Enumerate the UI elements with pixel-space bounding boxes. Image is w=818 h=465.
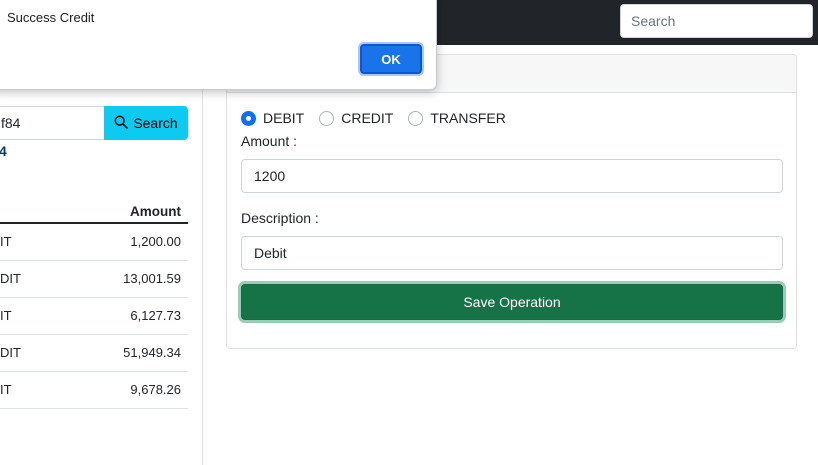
- operation-type-cell: IT: [0, 223, 64, 261]
- account-search-input[interactable]: f84: [0, 106, 105, 140]
- operation-amount-cell: 13,001.59: [63, 260, 188, 298]
- operation-amount-cell: 51,949.34: [63, 334, 188, 372]
- alert-dialog: Success Credit OK: [0, 0, 437, 90]
- radio-transfer[interactable]: TRANSFER: [408, 110, 506, 126]
- operations-table: Amount IT 1,200.00 DIT 13,001.59 IT 6,12…: [0, 200, 188, 409]
- radio-checked-icon[interactable]: [241, 110, 256, 126]
- radio-debit[interactable]: DEBIT: [241, 110, 304, 126]
- description-input[interactable]: Debit: [241, 236, 783, 270]
- search-button-label: Search: [133, 115, 178, 131]
- search-icon: [114, 115, 129, 132]
- operation-amount-cell: 9,678.26: [63, 371, 188, 409]
- table-header-row: Amount: [0, 200, 188, 224]
- dialog-message: Success Credit: [7, 10, 95, 25]
- save-operation-button[interactable]: Save Operation: [241, 284, 783, 320]
- operation-type-radio-group: DEBIT CREDIT TRANSFER: [241, 110, 521, 126]
- table-row: IT 1,200.00: [0, 223, 188, 261]
- radio-credit[interactable]: CREDIT: [319, 110, 393, 126]
- operation-type-cell: IT: [0, 371, 64, 409]
- operation-type-cell: DIT: [0, 334, 64, 372]
- amount-input[interactable]: 1200: [241, 159, 783, 193]
- radio-unchecked-icon[interactable]: [319, 110, 335, 126]
- radio-credit-label: CREDIT: [341, 110, 394, 126]
- type-column-header: [0, 200, 64, 224]
- table-row: IT 9,678.26: [0, 371, 188, 409]
- radio-debit-label: DEBIT: [263, 110, 305, 126]
- operation-type-cell: DIT: [0, 260, 64, 298]
- search-button[interactable]: Search: [104, 106, 188, 140]
- radio-transfer-label: TRANSFER: [430, 110, 506, 126]
- navbar-search-input[interactable]: [620, 4, 813, 38]
- table-row: IT 6,127.73: [0, 297, 188, 335]
- table-row: DIT 51,949.34: [0, 334, 188, 372]
- radio-unchecked-icon[interactable]: [408, 110, 424, 126]
- description-label: Description :: [241, 210, 319, 226]
- account-id-text: 4: [0, 143, 7, 159]
- left-panel: f84 Search 4 Amount IT 1,200.00 DIT 13,0…: [0, 45, 203, 465]
- operation-amount-cell: 6,127.73: [63, 297, 188, 335]
- amount-label: Amount :: [241, 133, 298, 149]
- operation-type-cell: IT: [0, 297, 64, 335]
- table-row: DIT 13,001.59: [0, 260, 188, 298]
- amount-column-header: Amount: [63, 200, 188, 224]
- operation-card: DEBIT CREDIT TRANSFER Amount : 1200 Desc…: [226, 54, 797, 349]
- operation-amount-cell: 1,200.00: [63, 223, 188, 261]
- ok-button[interactable]: OK: [360, 44, 422, 74]
